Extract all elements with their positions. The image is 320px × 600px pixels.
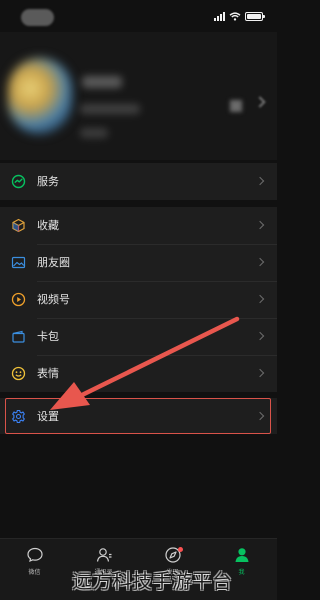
menu-item-services[interactable]: 服务 <box>0 163 277 200</box>
menu-item-moments[interactable]: 朋友圈 <box>0 244 277 281</box>
time-pill-blurred <box>21 9 54 26</box>
menu-item-label: 卡包 <box>37 330 59 343</box>
chevron-right-icon <box>255 368 265 378</box>
menu-item-label: 收藏 <box>37 219 59 232</box>
qr-code-icon[interactable] <box>230 100 242 112</box>
avatar[interactable] <box>8 58 72 134</box>
chevron-right-icon <box>255 220 265 230</box>
watermark-text: 远方科技手游平台 <box>72 569 232 593</box>
chevron-right-icon <box>255 176 265 186</box>
chevron-right-icon <box>255 294 265 304</box>
me-person-icon <box>235 548 248 562</box>
wechat-pay-icon <box>11 174 26 189</box>
status-icons <box>214 11 265 21</box>
signal-icon <box>214 11 225 21</box>
discover-badge-dot <box>178 547 183 552</box>
chevron-right-icon <box>255 331 265 341</box>
status-blurred <box>80 128 108 138</box>
wifi-icon <box>229 11 241 21</box>
battery-icon <box>245 11 265 21</box>
tab-chats[interactable]: 微信 <box>0 539 69 589</box>
annotation-highlight-box <box>5 398 271 434</box>
menu-group-services: 服务 <box>0 163 277 200</box>
menu-group-main: 收藏 朋友圈 视频号 卡包 表情 <box>0 207 277 392</box>
tab-label: 微信 <box>28 569 41 576</box>
channels-play-icon <box>11 292 26 307</box>
chevron-right-icon <box>255 257 265 267</box>
menu-item-label: 服务 <box>37 175 59 188</box>
favorites-cube-icon <box>11 218 26 233</box>
menu-item-favorites[interactable]: 收藏 <box>0 207 277 244</box>
contacts-icon <box>96 548 111 562</box>
card-wallet-icon <box>11 329 26 344</box>
chevron-right-icon <box>254 96 266 108</box>
menu-item-channels[interactable]: 视频号 <box>0 281 277 318</box>
nickname-blurred <box>82 76 122 88</box>
menu-item-label: 视频号 <box>37 293 70 306</box>
chat-bubble-icon <box>26 547 43 563</box>
moments-picture-icon <box>11 255 26 270</box>
menu-item-label: 表情 <box>37 367 59 380</box>
tab-label: 我 <box>238 569 245 576</box>
status-bar <box>0 0 277 32</box>
sticker-smile-icon <box>11 366 26 381</box>
menu-item-stickers[interactable]: 表情 <box>0 355 277 392</box>
menu-item-label: 朋友圈 <box>37 256 70 269</box>
battery-fill <box>247 13 261 19</box>
menu-item-card-wallet[interactable]: 卡包 <box>0 318 277 355</box>
profile-header[interactable] <box>0 32 277 160</box>
wechat-id-blurred <box>80 104 140 114</box>
